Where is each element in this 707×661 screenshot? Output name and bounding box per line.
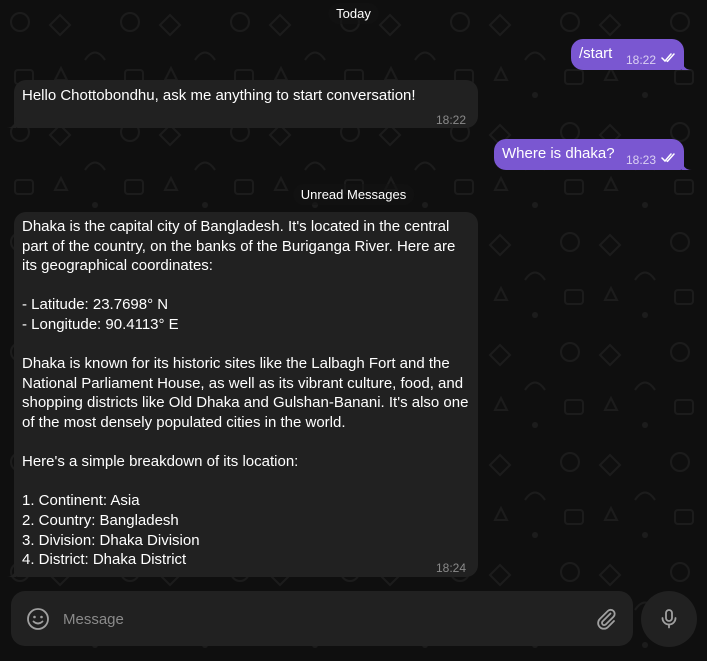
message-text: Dhaka is the capital city of Bangladesh.… [22, 217, 472, 570]
message-line: - Latitude: 23.7698° N [22, 296, 169, 314]
message-text: Hello Chottobondhu, ask me anything to s… [22, 87, 416, 104]
double-check-icon [661, 153, 675, 163]
unread-separator: Unread Messages [292, 184, 415, 205]
message-line: Here's a simple breakdown of its locatio… [22, 453, 299, 471]
message-line: 1. Continent: Asia [22, 492, 140, 510]
bubble-tail [6, 116, 16, 128]
message-line: - Longitude: 90.4113° E [22, 315, 179, 333]
message-text: /start [579, 45, 613, 62]
double-check-icon [661, 53, 675, 63]
message-line: 4. District: Dhaka District [22, 551, 187, 569]
outgoing-message[interactable]: /start 18:22 [571, 39, 692, 70]
message-time: 18:24 [435, 561, 466, 575]
message-line: 3. Division: Dhaka Division [22, 531, 200, 549]
outgoing-message[interactable]: Where is dhaka? 18:23 [494, 139, 692, 170]
paperclip-icon[interactable] [594, 607, 618, 631]
message-text: Where is dhaka? [502, 145, 615, 162]
message-time: 18:23 [626, 153, 657, 167]
microphone-icon [661, 609, 677, 629]
smiley-icon[interactable] [26, 607, 50, 631]
message-time: 18:22 [435, 113, 466, 127]
message-composer [11, 591, 633, 646]
message-line [22, 433, 472, 453]
message-line: Dhaka is known for its historic sites li… [22, 355, 469, 431]
bubble-tail [682, 58, 692, 70]
message-input[interactable] [63, 605, 563, 633]
date-separator: Today [328, 3, 379, 24]
incoming-message[interactable]: Dhaka is the capital city of Bangladesh.… [6, 212, 478, 577]
message-line: Dhaka is the capital city of Bangladesh.… [22, 218, 456, 275]
message-line: 2. Country: Bangladesh [22, 511, 179, 529]
message-time: 18:22 [626, 53, 657, 67]
message-line [22, 276, 472, 296]
message-line [22, 335, 472, 355]
incoming-message[interactable]: Hello Chottobondhu, ask me anything to s… [6, 80, 478, 128]
message-line [22, 472, 472, 492]
voice-record-button[interactable] [641, 591, 697, 647]
bubble-tail [6, 565, 16, 577]
bubble-tail [682, 158, 692, 170]
